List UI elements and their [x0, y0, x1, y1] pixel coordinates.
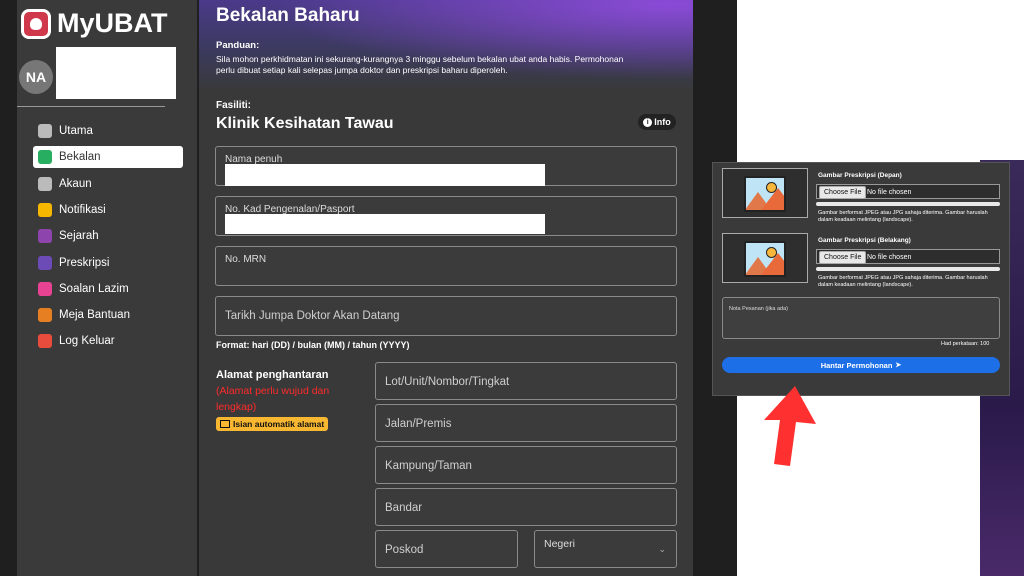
- postcode-placeholder: Poskod: [385, 544, 424, 556]
- guide-text-line1: Sila mohon perkhidmatan ini sekurang-kur…: [216, 54, 624, 64]
- red-arrow-pointer: [764, 386, 816, 466]
- state-select[interactable]: Negeri ⌄: [534, 530, 677, 568]
- lot-placeholder: Lot/Unit/Nombor/Tingkat: [385, 376, 510, 388]
- chevron-down-icon: ⌄: [658, 544, 666, 554]
- sidebar-item-soalan-lazim[interactable]: Soalan Lazim: [33, 278, 183, 300]
- mrn-label: No. MRN: [225, 254, 267, 265]
- back-help-line2: dalam keadaan melintang (landscape).: [818, 282, 913, 288]
- inbox-icon: [38, 150, 52, 165]
- back-no-file-text: No file chosen: [867, 254, 912, 261]
- image-placeholder-icon: [744, 241, 786, 277]
- bell-icon: [38, 202, 52, 217]
- sidebar-divider: [17, 106, 165, 107]
- lot-field[interactable]: Lot/Unit/Nombor/Tingkat: [375, 362, 677, 400]
- note-textarea[interactable]: Nota Pesanan (jika ada): [722, 297, 1000, 339]
- auto-address-button[interactable]: Isian automatik alamat: [216, 417, 328, 431]
- sidebar-item-meja-bantuan[interactable]: Meja Bantuan: [33, 304, 183, 326]
- redacted-ic-number: [225, 214, 545, 234]
- front-image-preview: [722, 168, 808, 218]
- sidebar-item-utama[interactable]: Utama: [33, 120, 183, 142]
- sidebar-item-label: Utama: [59, 125, 93, 137]
- appointment-date-placeholder: Tarikh Jumpa Doktor Akan Datang: [225, 310, 400, 322]
- facility-label: Fasiliti:: [216, 100, 252, 111]
- street-placeholder: Jalan/Premis: [385, 418, 452, 430]
- front-help-line1: Gambar berformat JPEG atau JPG sahaja di…: [818, 210, 988, 216]
- address-note-line2: lengkap): [216, 401, 257, 413]
- char-limit-text: Had perkataan: 100: [941, 341, 990, 347]
- id-card-icon: [220, 420, 230, 428]
- front-help-line2: dalam keadaan melintang (landscape).: [818, 217, 913, 223]
- sidebar-item-akaun[interactable]: Akaun: [33, 173, 183, 195]
- app-logo[interactable]: MyUBAT: [21, 8, 168, 39]
- avatar[interactable]: NA: [19, 60, 53, 94]
- note-placeholder: Nota Pesanan (jika ada): [729, 306, 789, 312]
- image-placeholder-icon: [744, 176, 786, 212]
- logout-icon: [38, 334, 52, 349]
- guide-text-line2: perlu dibuat setiap kali selepas jumpa d…: [216, 65, 508, 75]
- info-label: Info: [654, 117, 671, 127]
- street-field[interactable]: Jalan/Premis: [375, 404, 677, 442]
- date-format-note: Format: hari (DD) / bulan (MM) / tahun (…: [216, 340, 410, 350]
- sidebar-item-label: Akaun: [59, 177, 92, 190]
- sidebar-item-sejarah[interactable]: Sejarah: [33, 225, 183, 247]
- facility-name: Klinik Kesihatan Tawau: [216, 115, 394, 132]
- question-icon: [38, 281, 52, 296]
- submit-label: Hantar Permohonan: [820, 360, 893, 370]
- redacted-user-name: [56, 47, 176, 99]
- sidebar-item-bekalan[interactable]: Bekalan: [33, 146, 183, 169]
- submit-button[interactable]: Hantar Permohonan ➤: [722, 357, 1000, 373]
- sidebar-item-label: Notifikasi: [59, 203, 106, 216]
- state-label: Negeri: [544, 538, 575, 550]
- front-image-label: Gambar Preskripsi (Depan): [818, 172, 902, 179]
- sidebar-item-label: Sejarah: [59, 230, 99, 243]
- address-note-line1: (Alamat perlu wujud dan: [216, 385, 330, 397]
- sidebar-item-preskripsi[interactable]: Preskripsi: [33, 252, 183, 274]
- postcode-field[interactable]: Poskod: [375, 530, 518, 568]
- history-icon: [38, 229, 52, 244]
- app-name: MyUBAT: [57, 8, 168, 38]
- front-no-file-text: No file chosen: [867, 189, 912, 196]
- sidebar-item-log-keluar[interactable]: Log Keluar: [33, 330, 183, 352]
- user-icon: [38, 176, 52, 191]
- village-placeholder: Kampung/Taman: [385, 460, 472, 472]
- back-progress-bar: [816, 267, 1000, 271]
- address-label: Alamat penghantaran: [216, 369, 329, 381]
- auto-address-label: Isian automatik alamat: [233, 419, 325, 429]
- back-file-input[interactable]: Choose File No file chosen: [816, 249, 1000, 264]
- front-file-input[interactable]: Choose File No file chosen: [816, 184, 1000, 199]
- mrn-field[interactable]: No. MRN: [215, 246, 677, 286]
- info-button[interactable]: i Info: [638, 114, 676, 130]
- arrow-shape: [764, 386, 816, 466]
- sidebar-item-label: Log Keluar: [59, 335, 115, 348]
- sidebar-item-label: Preskripsi: [59, 256, 110, 269]
- document-icon: [38, 255, 52, 270]
- sidebar-item-notifikasi[interactable]: Notifikasi: [33, 199, 183, 221]
- info-icon: i: [643, 117, 653, 127]
- city-placeholder: Bandar: [385, 502, 423, 514]
- back-image-label: Gambar Preskripsi (Belakang): [818, 237, 911, 244]
- heart-logo-icon: [21, 8, 51, 39]
- back-choose-file-button[interactable]: Choose File: [819, 251, 867, 264]
- sidebar-item-label: Bekalan: [59, 151, 101, 164]
- sidebar-item-label: Meja Bantuan: [59, 309, 130, 322]
- screenshot-canvas: MyUBAT NA Bekalan Baharu Panduan: Sila m…: [0, 0, 1024, 576]
- back-image-preview: [722, 233, 808, 283]
- front-progress-bar: [816, 202, 1000, 206]
- home-icon: [38, 124, 52, 138]
- page-title: Bekalan Baharu: [216, 5, 360, 26]
- village-field[interactable]: Kampung/Taman: [375, 446, 677, 484]
- guide-label: Panduan:: [216, 40, 260, 51]
- city-field[interactable]: Bandar: [375, 488, 677, 526]
- redacted-full-name: [225, 164, 545, 186]
- helpdesk-icon: [38, 308, 52, 323]
- front-choose-file-button[interactable]: Choose File: [819, 186, 867, 199]
- appointment-date-field[interactable]: Tarikh Jumpa Doktor Akan Datang: [215, 296, 677, 336]
- sidebar-item-label: Soalan Lazim: [59, 282, 129, 295]
- send-icon: ➤: [895, 362, 902, 369]
- back-help-line1: Gambar berformat JPEG atau JPG sahaja di…: [818, 275, 988, 281]
